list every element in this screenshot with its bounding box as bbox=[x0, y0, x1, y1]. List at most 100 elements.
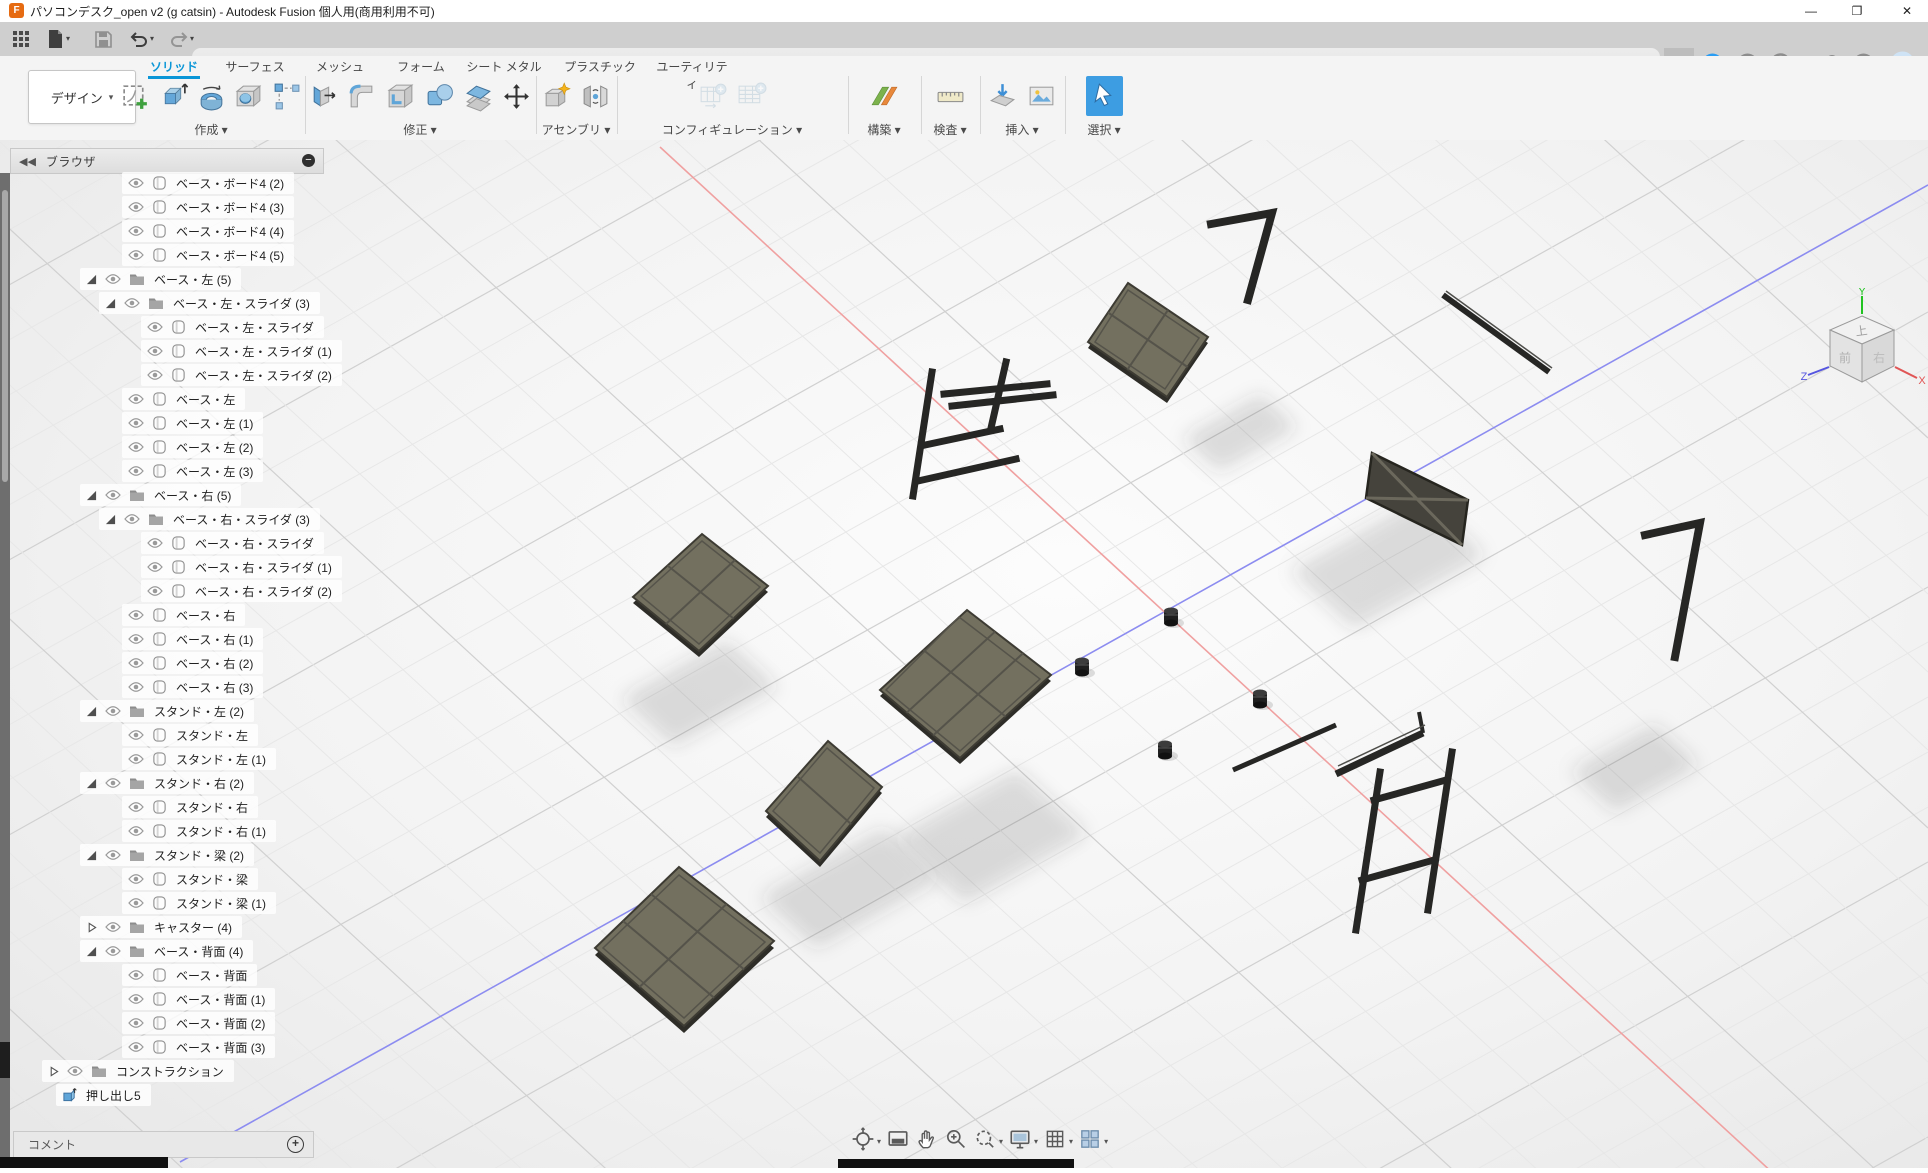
visibility-eye-icon[interactable] bbox=[128, 417, 144, 429]
visibility-eye-icon[interactable] bbox=[128, 441, 144, 453]
display-settings-dropdown-caret[interactable]: ▾ bbox=[1034, 1137, 1038, 1146]
ribbon-group-label-4[interactable]: コンフィギュレーション ▾ bbox=[617, 121, 847, 138]
new-component-icon[interactable] bbox=[538, 76, 575, 116]
ribbon-group-label-2[interactable]: 修正 ▾ bbox=[305, 121, 535, 138]
visibility-eye-icon[interactable] bbox=[105, 921, 121, 933]
offset-face-icon[interactable] bbox=[460, 76, 497, 116]
browser-item[interactable]: スタンド・梁 bbox=[122, 867, 258, 891]
browser-item[interactable]: ベース・背面 (4) bbox=[80, 939, 253, 963]
fit-dropdown-caret[interactable]: ▾ bbox=[999, 1137, 1003, 1146]
browser-item-label[interactable]: ベース・左・スライダ (1) bbox=[195, 343, 332, 360]
browser-item[interactable]: ベース・ボード4 (3) bbox=[122, 195, 294, 219]
visibility-eye-icon[interactable] bbox=[67, 1065, 83, 1077]
visibility-eye-icon[interactable] bbox=[128, 657, 144, 669]
browser-item-label[interactable]: ベース・右 (2) bbox=[176, 655, 253, 672]
redo-caret[interactable]: ▾ bbox=[190, 34, 194, 43]
browser-item-label[interactable]: ベース・右 bbox=[176, 607, 235, 624]
visibility-eye-icon[interactable] bbox=[128, 1041, 144, 1053]
panel-center-3x2[interactable] bbox=[880, 610, 1051, 764]
browser-item[interactable]: ベース・左 bbox=[122, 387, 245, 411]
browser-item[interactable]: ベース・右 (1) bbox=[122, 627, 263, 651]
browser-item-label[interactable]: スタンド・梁 bbox=[176, 871, 248, 888]
visibility-eye-icon[interactable] bbox=[105, 849, 121, 861]
visibility-eye-icon[interactable] bbox=[128, 993, 144, 1005]
viewports-dropdown-caret[interactable]: ▾ bbox=[1104, 1137, 1108, 1146]
zoom-icon[interactable] bbox=[944, 1127, 968, 1156]
expanded-triangle-icon[interactable] bbox=[105, 298, 116, 309]
frame-h-ladder[interactable] bbox=[1356, 752, 1452, 930]
panel-left-2x2[interactable] bbox=[633, 534, 768, 657]
undo-caret[interactable]: ▾ bbox=[150, 34, 154, 43]
browser-item-label[interactable]: ベース・右・スライダ (1) bbox=[195, 559, 332, 576]
browser-item[interactable]: ベース・ボード4 (4) bbox=[122, 219, 294, 243]
browser-item[interactable]: ベース・左 (2) bbox=[122, 435, 263, 459]
expanded-triangle-icon[interactable] bbox=[86, 490, 97, 501]
browser-item[interactable]: キャスター (4) bbox=[80, 915, 242, 939]
frame-channel-bar[interactable] bbox=[1336, 712, 1425, 774]
press-pull-icon[interactable] bbox=[305, 76, 342, 116]
visibility-eye-icon[interactable] bbox=[147, 345, 163, 357]
browser-item[interactable]: ベース・左 (3) bbox=[122, 459, 263, 483]
minimize-button[interactable]: — bbox=[1794, 0, 1828, 22]
visibility-eye-icon[interactable] bbox=[128, 201, 144, 213]
browser-item-label[interactable]: ベース・背面 (1) bbox=[176, 991, 265, 1008]
browser-item[interactable]: ベース・右・スライダ (1) bbox=[141, 555, 342, 579]
browser-item-label[interactable]: スタンド・梁 (1) bbox=[176, 895, 266, 912]
browser-item[interactable]: ベース・左・スライダ bbox=[141, 315, 324, 339]
configuration-icon[interactable] bbox=[694, 76, 731, 116]
browser-item[interactable]: スタンド・右 (1) bbox=[122, 819, 276, 843]
app-grid-menu-icon[interactable] bbox=[8, 26, 34, 52]
browser-item[interactable]: ベース・左 (1) bbox=[122, 411, 263, 435]
visibility-eye-icon[interactable] bbox=[105, 489, 121, 501]
ribbon-group-label-6[interactable]: 検査 ▾ bbox=[921, 121, 979, 138]
collapsed-triangle-icon[interactable] bbox=[48, 1066, 59, 1077]
browser-item-label[interactable]: ベース・左 (1) bbox=[176, 415, 253, 432]
browser-collapse-icon[interactable]: ◀◀ bbox=[19, 155, 36, 168]
view-cube[interactable]: Y Z X 上 前 右 bbox=[1798, 288, 1928, 425]
visibility-eye-icon[interactable] bbox=[124, 297, 140, 309]
expanded-triangle-icon[interactable] bbox=[86, 706, 97, 717]
browser-item[interactable]: ベース・右 (3) bbox=[122, 675, 263, 699]
visibility-eye-icon[interactable] bbox=[147, 369, 163, 381]
caster-knob[interactable] bbox=[1075, 658, 1095, 679]
visibility-eye-icon[interactable] bbox=[128, 969, 144, 981]
browser-item[interactable]: ベース・背面 (1) bbox=[122, 987, 275, 1011]
visibility-eye-icon[interactable] bbox=[128, 681, 144, 693]
browser-item[interactable]: ベース・背面 bbox=[122, 963, 257, 987]
browser-item[interactable]: スタンド・左 bbox=[122, 723, 258, 747]
browser-item[interactable]: ベース・左・スライダ (1) bbox=[141, 339, 342, 363]
browser-item[interactable]: ベース・左・スライダ (3) bbox=[99, 291, 320, 315]
visibility-eye-icon[interactable] bbox=[128, 801, 144, 813]
browser-item-label[interactable]: ベース・右・スライダ (3) bbox=[173, 511, 310, 528]
visibility-eye-icon[interactable] bbox=[147, 561, 163, 573]
look-at-icon[interactable] bbox=[886, 1127, 910, 1156]
browser-item-label[interactable]: ベース・左 (2) bbox=[176, 439, 253, 456]
comment-bar[interactable]: コメント + bbox=[13, 1131, 314, 1158]
visibility-eye-icon[interactable] bbox=[105, 705, 121, 717]
ribbon-tab-3[interactable]: メッシュ bbox=[312, 58, 368, 76]
fit-icon[interactable] bbox=[973, 1127, 997, 1156]
browser-item-label[interactable]: ベース・背面 (2) bbox=[176, 1015, 265, 1032]
browser-item[interactable]: ベース・右・スライダ bbox=[141, 531, 324, 555]
undo-icon[interactable] bbox=[126, 26, 152, 52]
browser-item[interactable]: スタンド・右 bbox=[122, 795, 258, 819]
browser-item-label[interactable]: スタンド・左 (2) bbox=[154, 703, 244, 720]
frame-seven-top[interactable] bbox=[1211, 213, 1272, 300]
frame-rail-topright[interactable] bbox=[1443, 291, 1552, 372]
ribbon-tab-5[interactable]: シート メタル bbox=[462, 58, 546, 76]
grid-display-dropdown-caret[interactable]: ▾ bbox=[1069, 1137, 1073, 1146]
insert-canvas-icon[interactable] bbox=[1023, 76, 1060, 116]
browser-item-label[interactable]: ベース・ボード4 (5) bbox=[176, 247, 284, 264]
restore-button[interactable]: ❐ bbox=[1840, 0, 1874, 22]
visibility-eye-icon[interactable] bbox=[128, 609, 144, 621]
browser-item-label[interactable]: ベース・背面 (4) bbox=[154, 943, 243, 960]
visibility-eye-icon[interactable] bbox=[128, 753, 144, 765]
measure-icon[interactable] bbox=[932, 76, 969, 116]
browser-item-label[interactable]: ベース・左・スライダ bbox=[195, 319, 314, 336]
ribbon-group-label-7[interactable]: 挿入 ▾ bbox=[980, 121, 1064, 138]
frame-stand-assembly[interactable] bbox=[913, 362, 1053, 496]
create-sketch-icon[interactable] bbox=[118, 76, 154, 116]
browser-item[interactable]: スタンド・右 (2) bbox=[80, 771, 254, 795]
caster-knob[interactable] bbox=[1158, 741, 1178, 762]
ribbon-tab-2[interactable]: サーフェス bbox=[222, 58, 288, 76]
